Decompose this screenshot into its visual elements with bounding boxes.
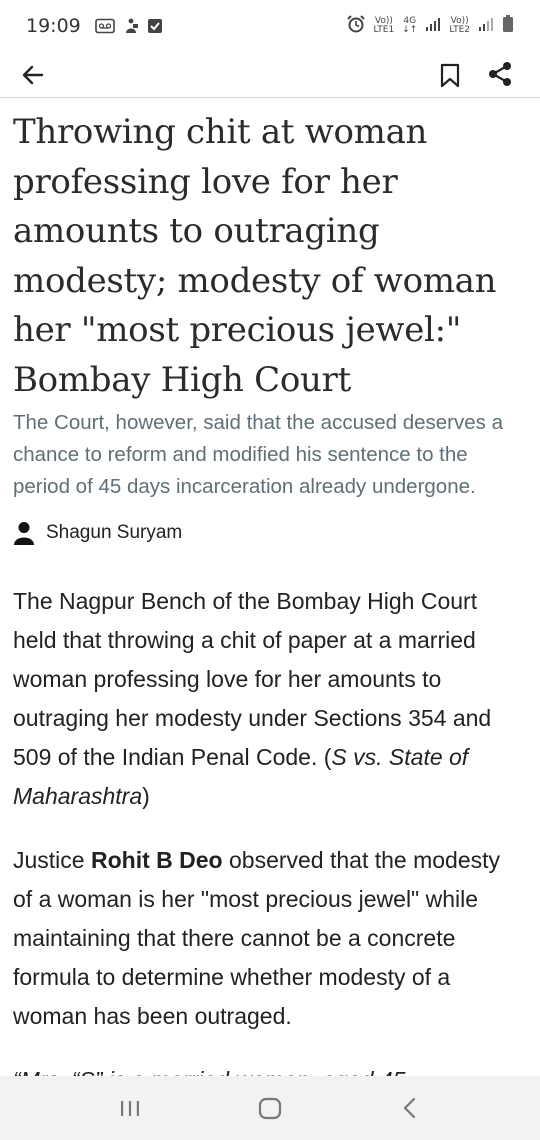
share-icon[interactable] xyxy=(486,59,514,89)
network-type: 4G ↓↑ xyxy=(402,17,417,35)
paragraph-1-close: ) xyxy=(142,783,150,809)
paragraph-2-post: observed that the modesty of a woman is … xyxy=(13,847,501,1029)
byline: Shagun Suryam xyxy=(13,519,525,547)
article-subtitle: The Court, however, said that the accuse… xyxy=(13,411,503,498)
article: Throwing chit at woman professing love f… xyxy=(13,108,525,1076)
network-1-bottom: LTE1 xyxy=(373,25,395,35)
back-arrow-icon[interactable] xyxy=(18,60,48,90)
status-time: 19:09 xyxy=(26,15,81,37)
quote-text: “Mrs. “S” is a married woman, aged 45 xyxy=(13,1067,405,1076)
judge-name: Rohit B Deo xyxy=(90,847,223,873)
network-1-label: Vo)) LTE1 xyxy=(374,17,395,35)
signal-icon xyxy=(425,16,441,37)
paragraph-2-pre: Justice xyxy=(13,847,91,873)
paragraph-1-text: The Nagpur Bench of the Bombay High Cour… xyxy=(13,588,492,770)
back-icon[interactable] xyxy=(398,1094,422,1122)
bookmark-icon[interactable] xyxy=(437,60,463,90)
navigation-bar xyxy=(0,1076,540,1140)
author-icon xyxy=(13,521,35,545)
data-arrows-icon: ↓↑ xyxy=(402,25,418,35)
network-2-bottom: LTE2 xyxy=(449,25,470,35)
quote-paragraph: “Mrs. “S” is a married woman, aged 45 xyxy=(13,1061,525,1076)
app-bar xyxy=(0,52,540,98)
author-name[interactable]: Shagun Suryam xyxy=(46,522,182,544)
sim-activity-icon xyxy=(123,17,139,35)
voicemail-icon xyxy=(94,18,115,34)
signal-2-icon xyxy=(478,16,494,37)
battery-icon xyxy=(502,14,514,38)
article-title: Throwing chit at woman professing love f… xyxy=(13,112,497,400)
status-right: Vo)) LTE1 4G ↓↑ Vo)) LTE2 xyxy=(346,14,514,39)
recent-apps-icon[interactable] xyxy=(118,1094,142,1122)
status-bar: 19:09 Vo)) LTE1 4G ↓↑ Vo)) LTE2 xyxy=(0,0,540,52)
home-icon[interactable] xyxy=(257,1094,283,1122)
network-2-label: Vo)) LTE2 xyxy=(449,17,470,35)
checkbox-icon xyxy=(147,18,163,34)
paragraph-1: The Nagpur Bench of the Bombay High Cour… xyxy=(13,582,525,816)
paragraph-2: Justice Rohit B Deo observed that the mo… xyxy=(13,841,525,1036)
alarm-icon xyxy=(346,14,366,39)
